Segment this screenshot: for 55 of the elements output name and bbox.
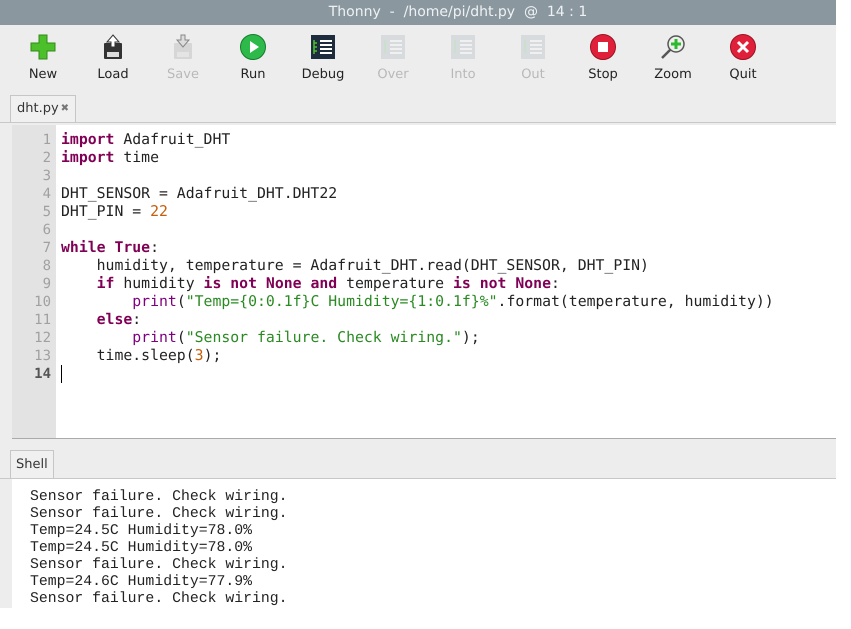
line-number: 12 [33, 328, 52, 347]
line-number: 6 [42, 220, 52, 239]
shell-tab[interactable]: Shell [10, 450, 54, 478]
step-list-icon [449, 32, 477, 61]
code-line: DHT_SENSOR = Adafruit_DHT.DHT22 [61, 184, 338, 203]
code-line: while True: [61, 238, 160, 257]
shell-output-line: Temp=24.5C Humidity=78.0% [30, 523, 253, 540]
shell-output-line: Temp=24.6C Humidity=77.9% [30, 574, 253, 591]
shell-output-line: Sensor failure. Check wiring. [30, 557, 289, 574]
line-number: 2 [42, 148, 52, 167]
close-icon[interactable]: ✖ [60, 102, 70, 114]
code-line: print("Temp={0:0.1f}C Humidity={1:0.1f}%".format(temperature, humidity)) [131, 292, 774, 311]
code-editor[interactable] [12, 124, 836, 440]
code-line: print("Sensor failure. Check wiring."); [131, 328, 480, 347]
code-line: DHT_PIN = 22 [61, 202, 168, 221]
step-list-icon [519, 32, 547, 61]
line-number: 8 [42, 256, 52, 275]
toolbar-button[interactable]: Quit [708, 30, 778, 92]
shell-output-line: Sensor failure. Check wiring. [30, 506, 289, 523]
shell-output-line: Sensor failure. Check wiring. [30, 591, 289, 608]
line-number: 14 [33, 364, 52, 383]
line-number: 4 [42, 184, 52, 203]
close-icon [729, 32, 757, 61]
play-icon [239, 32, 267, 61]
text-cursor [61, 364, 62, 383]
line-number: 10 [33, 292, 52, 311]
magnifier-icon [659, 32, 687, 61]
tab-label: dht.py [17, 100, 59, 116]
toolbar-button[interactable]: Load [78, 30, 148, 92]
plus-icon [29, 32, 57, 61]
window-title: Thonny - /home/pi/dht.py @ 14 : 1 [328, 4, 588, 20]
code-line: import time [61, 148, 159, 167]
line-number: 3 [42, 166, 52, 185]
toolbar-button[interactable]: New [8, 30, 78, 92]
toolbar-button[interactable]: Run [218, 30, 288, 92]
code-line: if humidity is not None and temperature is not None: [96, 274, 560, 293]
line-number: 11 [33, 310, 52, 329]
step-list-icon [379, 32, 407, 61]
line-number: 7 [42, 238, 52, 257]
line-number: 1 [42, 130, 52, 149]
line-number: 13 [33, 346, 52, 365]
code-line: time.sleep(3); [96, 346, 222, 365]
line-number: 5 [42, 202, 52, 221]
code-line: import Adafruit_DHT [61, 130, 230, 149]
toolbar-button[interactable]: Debug [288, 30, 358, 92]
toolbar-button[interactable]: Stop [568, 30, 638, 92]
shell-output-line: Sensor failure. Check wiring. [30, 489, 289, 506]
toolbar-button[interactable]: Zoom [638, 30, 708, 92]
editor-tab[interactable]: dht.py✖ [10, 94, 76, 122]
code-line: humidity, temperature = Adafruit_DHT.read(DHT_SENSOR, DHT_PIN) [96, 256, 649, 275]
shell-output-line: Temp=24.5C Humidity=78.0% [30, 540, 253, 557]
stop-icon [589, 32, 617, 61]
debug-list-icon [309, 32, 337, 61]
code-line: else: [96, 310, 142, 329]
line-number: 9 [42, 274, 52, 293]
